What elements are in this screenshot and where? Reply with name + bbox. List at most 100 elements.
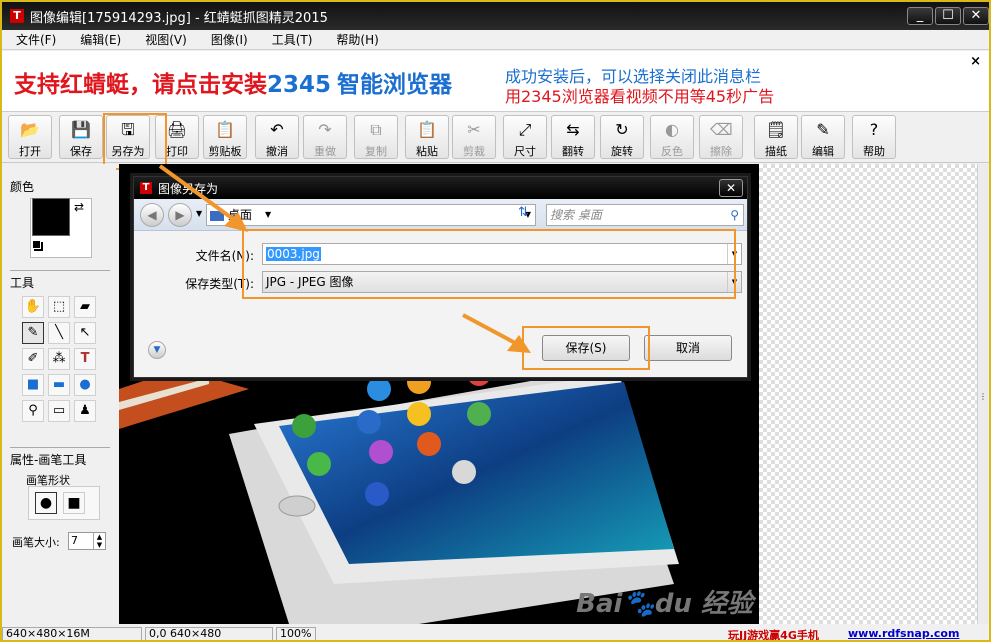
foreground-color-swatch[interactable] — [32, 198, 70, 236]
ellipse-tool-icon[interactable]: ● — [74, 374, 96, 396]
toolbar-button-flip[interactable]: ⇆ 翻转 — [551, 115, 595, 159]
brush-size-spinner[interactable]: 7 ▲ ▼ — [68, 532, 106, 550]
app-icon-10 — [417, 432, 441, 456]
invert-icon: ◐ — [665, 120, 679, 139]
toolbar-button-paste[interactable]: 📋 粘贴 — [405, 115, 449, 159]
search-input[interactable]: 搜索 桌面 ⚲ — [546, 204, 744, 226]
toolbar-button-resize[interactable]: ⤢ 尺寸 — [503, 115, 547, 159]
resize-icon: ⤢ — [518, 120, 532, 139]
clipboard-icon: 📋 — [215, 120, 235, 139]
toolbar-button-label: 粘贴 — [416, 145, 438, 158]
search-icon[interactable]: ⚲ — [730, 205, 739, 225]
menu-view[interactable]: 视图(V) — [145, 31, 187, 48]
search-placeholder: 搜索 桌面 — [550, 208, 602, 222]
menu-edit[interactable]: 编辑(E) — [80, 31, 121, 48]
toolbar-button-label: 编辑 — [812, 145, 834, 158]
app-icon-12 — [365, 482, 389, 506]
open-folder-icon: 📂 — [20, 120, 40, 139]
close-button[interactable]: ✕ — [963, 7, 989, 25]
ad-left-text[interactable]: 支持红蜻蜓，请点击安装2345 智能浏览器 — [14, 65, 452, 99]
ad-right-line2: 用2345浏览器看视频不用等45秒广告 — [505, 87, 775, 106]
edit-pencils-icon: ✎ — [816, 120, 830, 139]
app-icon-4 — [292, 414, 316, 438]
toolbar-button-label: 保存 — [70, 145, 92, 158]
arrow-tool-icon[interactable]: ↖ — [74, 322, 96, 344]
toolbar-button-undo[interactable]: ↶ 撤消 — [255, 115, 299, 159]
ad-banner[interactable]: 支持红蜻蜓，请点击安装2345 智能浏览器 成功安装后，可以选择关闭此消息栏 用2… — [2, 51, 989, 112]
rotate-icon: ↻ — [615, 120, 629, 139]
help-icon: ? — [869, 120, 879, 139]
location-expand-icon[interactable]: ▼ — [265, 205, 271, 225]
spinner-arrows-icon[interactable]: ▲ ▼ — [93, 533, 105, 549]
ad-close-icon[interactable]: × — [970, 54, 981, 69]
square-brush-icon[interactable]: ■ — [63, 492, 85, 514]
status-image-size: 640×480×16M — [2, 627, 142, 640]
toolbar-button-copy[interactable]: ⧉ 复制 — [354, 115, 398, 159]
app-icon-1 — [367, 377, 391, 401]
rounded-rect-tool-icon[interactable]: ▬ — [48, 374, 70, 396]
toolbar-button-crop[interactable]: ✂ 剪裁 — [452, 115, 496, 159]
minimize-button[interactable]: _ — [907, 7, 933, 25]
copy-icon: ⧉ — [370, 120, 382, 139]
app-icon-6 — [407, 402, 431, 426]
filename-highlight — [242, 229, 736, 299]
browse-folders-icon[interactable]: ▼ — [148, 341, 166, 359]
menu-help[interactable]: 帮助(H) — [336, 31, 378, 48]
crop-icon: ✂ — [467, 120, 481, 139]
toolbar-button-eraser[interactable]: ⌫ 擦除 — [699, 115, 743, 159]
eyedropper-tool-icon[interactable]: ⚲ — [22, 400, 44, 422]
annotation-arrow-2 — [462, 313, 531, 353]
title-bar[interactable]: T 图像编辑[175914293.jpg] - 红蜻蜓抓图精灵2015 _ ☐ … — [2, 2, 989, 30]
pen-tool-icon[interactable]: ✎ — [22, 322, 44, 344]
select-rect-tool-icon[interactable]: ⬚ — [48, 296, 70, 318]
eraser-tool-icon[interactable]: ▭ — [48, 400, 70, 422]
app-icon-11 — [452, 460, 476, 484]
app-icon-9 — [369, 440, 393, 464]
scroll-grip-icon[interactable]: ⋮ — [979, 392, 987, 401]
highlighter-tool-icon[interactable]: ✐ — [22, 348, 44, 370]
baidu-watermark-logo: Bai🐾du 经验 — [576, 589, 753, 619]
toolbar-button-rotate[interactable]: ↻ 旋转 — [600, 115, 644, 159]
ad-left-brand: 2345 — [267, 72, 332, 98]
toolbar-button-open-folder[interactable]: 📂 打开 — [8, 115, 52, 159]
toolbar-button-edit-pencils[interactable]: ✎ 编辑 — [801, 115, 845, 159]
dialog-close-button[interactable]: ✕ — [719, 179, 743, 197]
window-title: 图像编辑[175914293.jpg] - 红蜻蜓抓图精灵2015 — [30, 10, 328, 26]
undo-icon: ↶ — [270, 120, 284, 139]
text-tool-icon[interactable]: T — [74, 348, 96, 370]
stamp-tool-icon[interactable]: ♟ — [74, 400, 96, 422]
vertical-scrollbar[interactable]: ⋮ — [977, 164, 989, 624]
swap-colors-icon[interactable]: ⇄ — [74, 200, 84, 214]
fill-bucket-tool-icon[interactable]: ▰ — [74, 296, 96, 318]
menu-image[interactable]: 图像(I) — [211, 31, 248, 48]
round-brush-icon[interactable]: ● — [35, 492, 57, 514]
toolbar-button-trace[interactable]: 🗒 描纸 — [754, 115, 798, 159]
toolbar-button-label: 擦除 — [710, 145, 732, 158]
eraser-icon: ⌫ — [710, 120, 733, 139]
cancel-button[interactable]: 取消 — [644, 335, 732, 361]
transparent-area — [759, 164, 977, 624]
menu-tools[interactable]: 工具(T) — [272, 31, 313, 48]
toolbar-button-clipboard[interactable]: 📋 剪贴板 — [203, 115, 247, 159]
ad-left-suffix: 智能浏览器 — [337, 72, 453, 98]
color-section-title: 颜色 — [10, 180, 35, 194]
toolbar-button-help[interactable]: ? 帮助 — [852, 115, 896, 159]
refresh-icon[interactable]: ⇅ — [518, 205, 529, 220]
hand-tool-icon[interactable]: ✋ — [22, 296, 44, 318]
toolbar-button-label: 尺寸 — [514, 145, 536, 158]
menu-file[interactable]: 文件(F) — [16, 31, 56, 48]
toolbar-button-save[interactable]: 💾 保存 — [59, 115, 103, 159]
brush-size-value: 7 — [71, 534, 78, 547]
rectangle-tool-icon[interactable]: ■ — [22, 374, 44, 396]
reset-colors-icon[interactable] — [32, 240, 41, 249]
status-site-link[interactable]: www.rdfsnap.com — [848, 627, 959, 640]
toolbar-button-label: 打开 — [19, 145, 41, 158]
properties-section-title: 属性-画笔工具 — [10, 453, 87, 467]
toolbar-button-label: 反色 — [661, 145, 683, 158]
status-promo-link[interactable]: 玩JJ游戏赢4G手机 — [728, 627, 819, 640]
spray-tool-icon[interactable]: ⁂ — [48, 348, 70, 370]
toolbar-button-redo[interactable]: ↷ 重做 — [303, 115, 347, 159]
toolbar-button-invert[interactable]: ◐ 反色 — [650, 115, 694, 159]
line-tool-icon[interactable]: ╲ — [48, 322, 70, 344]
maximize-button[interactable]: ☐ — [935, 7, 961, 25]
